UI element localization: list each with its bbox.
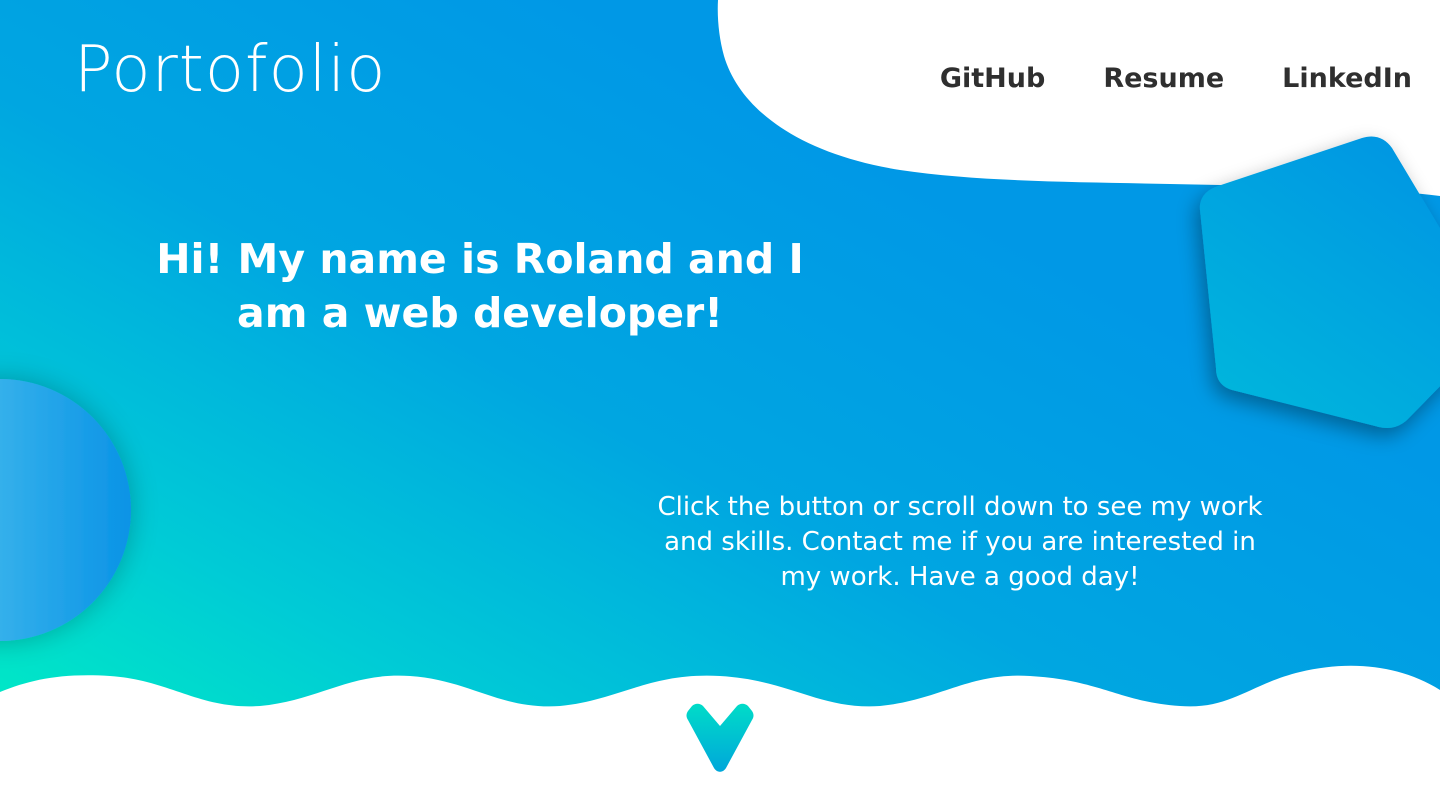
scroll-down-button[interactable] [686, 702, 754, 774]
nav-linkedin-link[interactable]: LinkedIn [1282, 60, 1412, 98]
pentagon-decoration [1199, 136, 1440, 428]
portfolio-page: Portofolio GitHub Resume LinkedIn Hi! My… [0, 0, 1440, 789]
hero-intro-text: Click the button or scroll down to see m… [657, 492, 1263, 592]
main-nav: GitHub Resume LinkedIn [940, 60, 1412, 98]
chevron-down-icon [686, 703, 754, 772]
hero-background [0, 0, 1440, 707]
nav-resume-link[interactable]: Resume [1103, 60, 1224, 98]
hero-headline: Hi! My name is Roland and I am a web dev… [156, 235, 804, 337]
site-logo[interactable]: Portofolio [74, 38, 386, 102]
nav-github-link[interactable]: GitHub [940, 60, 1045, 98]
